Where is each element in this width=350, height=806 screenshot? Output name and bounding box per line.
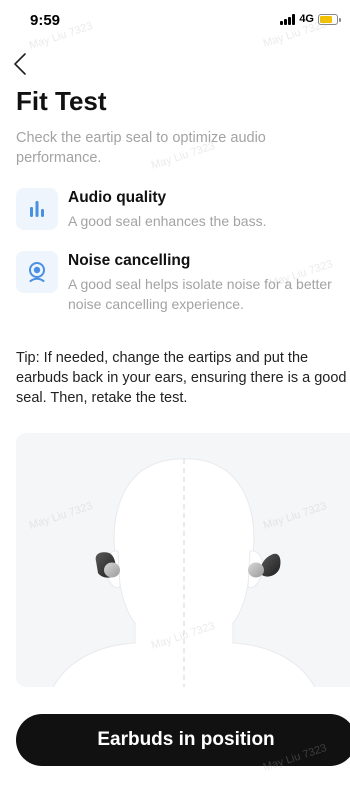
fit-test-illustration (16, 433, 350, 687)
cellular-signal-icon (280, 13, 296, 25)
feature-title: Audio quality (68, 189, 167, 206)
tip-text: Tip: If needed, change the eartips and p… (16, 350, 347, 406)
feature-title: Noise cancelling (68, 252, 191, 269)
page-description: Check the eartip seal to optimize audio … (16, 130, 266, 166)
status-indicators: 4G (280, 13, 341, 25)
audio-quality-icon (30, 201, 44, 217)
page-title: Fit Test (16, 86, 107, 116)
feature-description: A good seal helps isolate noise for a be… (68, 276, 332, 312)
noise-cancelling-icon (29, 262, 45, 282)
feature-icon-box (16, 251, 58, 293)
back-button[interactable] (8, 50, 32, 78)
status-bar: 9:59 4G (0, 0, 350, 40)
battery-fill (320, 15, 332, 23)
head-silhouette-illustration (52, 458, 316, 687)
status-time: 9:59 (30, 12, 61, 29)
earbuds-in-position-button[interactable]: Earbuds in position (16, 714, 350, 766)
battery-icon (318, 13, 341, 25)
feature-icon-box (16, 188, 58, 230)
feature-description: A good seal enhances the bass. (68, 213, 267, 229)
chevron-left-icon (14, 53, 26, 75)
network-type: 4G (299, 13, 314, 25)
